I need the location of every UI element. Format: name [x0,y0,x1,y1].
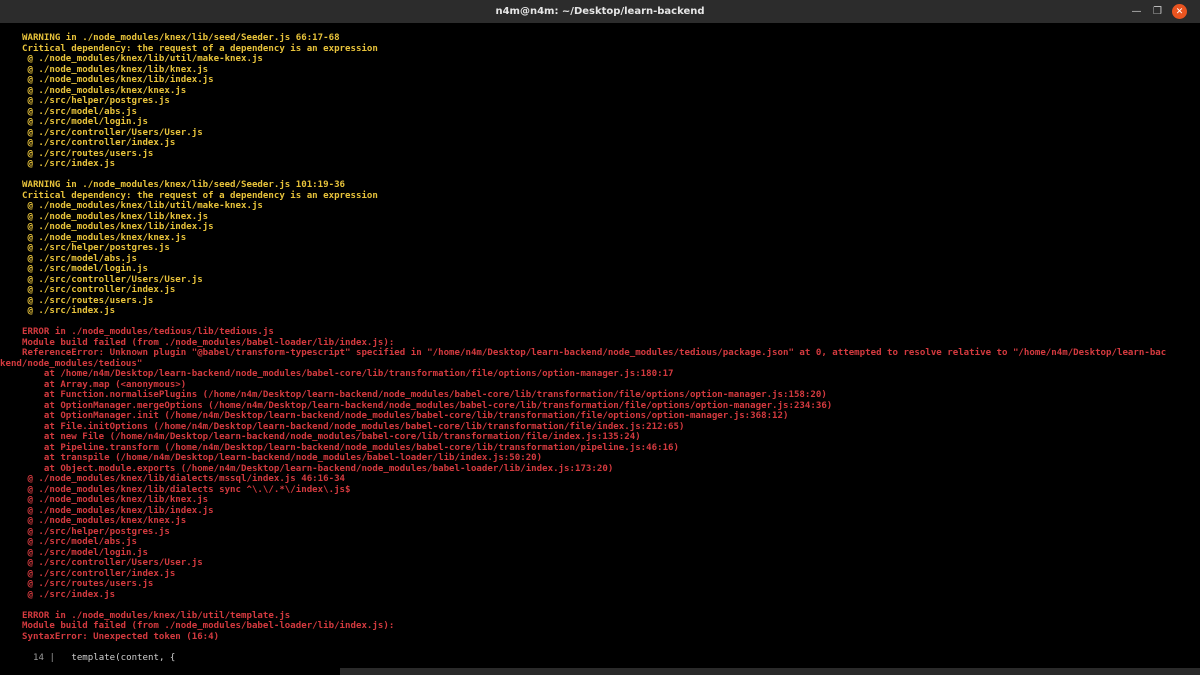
taskbar-partial [340,668,1200,675]
warning-line: WARNING in ./node_modules/knex/lib/seed/… [22,33,340,43]
warning-line: @ ./node_modules/knex/lib/index.js [22,75,214,85]
error-line: kend/node_modules/tedious" [0,358,143,369]
close-icon[interactable]: ✕ [1172,4,1187,19]
error-line: at new File (/home/n4m/Desktop/learn-bac… [22,432,641,442]
minimize-icon[interactable]: — [1129,4,1144,19]
error-line: at /home/n4m/Desktop/learn-backend/node_… [22,369,674,379]
error-line: at OptionManager.mergeOptions (/home/n4m… [22,400,833,411]
error-line: ERROR in ./node_modules/knex/lib/util/te… [22,610,291,621]
warning-line: @ ./src/controller/Users/User.js [22,127,203,138]
warning-line: @ ./node_modules/knex/lib/index.js [22,222,214,232]
error-line: Module build failed (from ./node_modules… [22,621,395,631]
line-number: 14 [33,652,44,663]
error-line: at Pipeline.transform (/home/n4m/Desktop… [22,442,679,453]
error-line: at Function.normalisePlugins (/home/n4m/… [22,390,827,400]
error-line: @ ./src/model/login.js [22,547,148,558]
error-line: @ ./src/helper/postgres.js [22,526,170,537]
error-line: at transpile (/home/n4m/Desktop/learn-ba… [22,453,543,463]
error-line: SyntaxError: Unexpected token (16:4) [22,631,220,642]
warning-line: @ ./src/controller/Users/User.js [22,274,203,285]
error-line: @ ./src/controller/Users/User.js [22,558,203,568]
warning-line: @ ./src/helper/postgres.js [22,96,170,106]
warning-line: @ ./src/routes/users.js [22,295,154,306]
window-title: n4m@n4m: ~/Desktop/learn-backend [495,6,705,17]
warning-line: @ ./node_modules/knex/knex.js [22,232,187,243]
error-line: @ ./node_modules/knex/lib/dialects/mssql… [22,474,346,484]
warning-line: @ ./node_modules/knex/lib/util/make-knex… [22,54,263,64]
error-line: at OptionManager.init (/home/n4m/Desktop… [22,411,789,421]
error-line: @ ./src/model/abs.js [22,537,137,547]
warning-line: WARNING in ./node_modules/knex/lib/seed/… [22,180,346,190]
error-line: @ ./node_modules/knex/lib/knex.js [22,495,209,505]
error-line: @ ./node_modules/knex/lib/dialects sync … [22,484,351,495]
warning-line: @ ./src/model/login.js [22,264,148,274]
warning-line: @ ./src/controller/index.js [22,138,176,148]
warning-line: @ ./src/model/abs.js [22,253,137,264]
error-line: @ ./node_modules/knex/lib/index.js [22,505,214,516]
error-line: @ ./src/index.js [22,589,116,600]
error-line: at Array.map (<anonymous>) [22,379,187,390]
error-line: ReferenceError: Unknown plugin "@babel/t… [22,348,1167,358]
warning-line: @ ./node_modules/knex/lib/knex.js [22,64,209,75]
restore-icon[interactable]: ❐ [1150,4,1165,19]
warning-line: Critical dependency: the request of a de… [22,190,378,201]
error-line: at Object.module.exports (/home/n4m/Desk… [22,463,614,474]
error-line: Module build failed (from ./node_modules… [22,337,395,348]
error-line: ERROR in ./node_modules/tedious/lib/tedi… [22,327,274,337]
warning-line: Critical dependency: the request of a de… [22,43,378,54]
terminal-output[interactable]: 14 | template(content, { WARNING in ./no… [0,33,1200,675]
window-titlebar[interactable]: n4m@n4m: ~/Desktop/learn-backend — ❐ ✕ [0,0,1200,23]
warning-line: @ ./src/index.js [22,306,116,316]
warning-line: @ ./src/controller/index.js [22,285,176,295]
code-text: template(content, { [60,652,176,663]
error-line: @ ./node_modules/knex/knex.js [22,516,187,526]
warning-line: @ ./src/model/abs.js [22,106,137,117]
code-frame-line: 14 | template(content, { [33,653,175,664]
error-line: at File.initOptions (/home/n4m/Desktop/l… [22,421,685,432]
gutter-separator: | [49,652,55,663]
warning-line: @ ./src/helper/postgres.js [22,243,170,253]
warning-line: @ ./node_modules/knex/lib/knex.js [22,211,209,222]
warning-line: @ ./src/index.js [22,159,116,169]
warning-line: @ ./src/model/login.js [22,117,148,127]
error-line: @ ./src/controller/index.js [22,568,176,579]
warning-line: @ ./src/routes/users.js [22,148,154,159]
error-line: @ ./src/routes/users.js [22,579,154,589]
warning-line: @ ./node_modules/knex/lib/util/make-knex… [22,201,263,211]
warning-line: @ ./node_modules/knex/knex.js [22,85,187,96]
